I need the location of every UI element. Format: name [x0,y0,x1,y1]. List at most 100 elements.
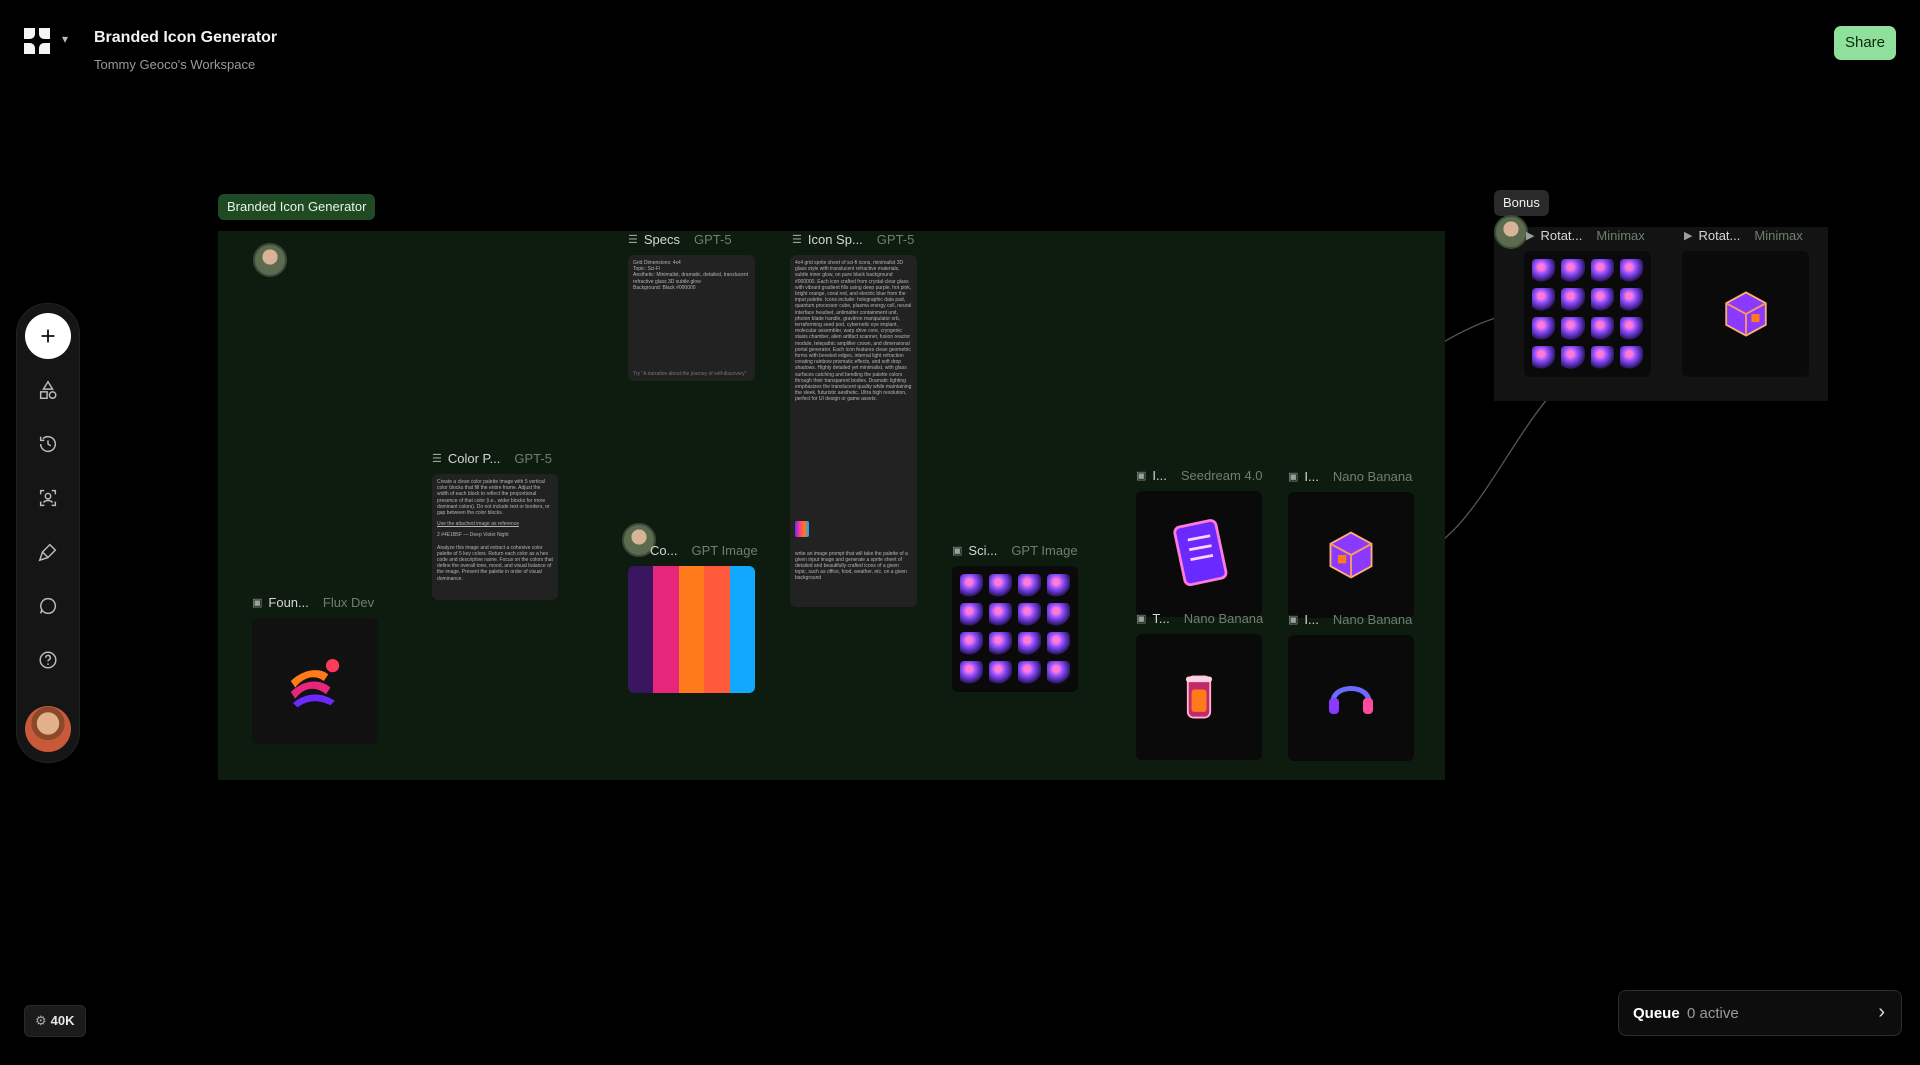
node-icon-spec-header[interactable]: ☰ Icon Sp... GPT-5 [792,232,914,247]
node-title: I... [1152,468,1167,483]
page-title: Branded Icon Generator [94,29,278,46]
node-foundation-header[interactable]: ▣ Foun... Flux Dev [252,595,374,610]
palette-swatch [628,566,654,693]
text-node-icon: ☰ [628,234,638,246]
node-model: GPT-5 [694,232,732,247]
node-text: Analyze this image and extract a cohesiv… [437,544,553,582]
node-nano-banana-2-header[interactable]: ▣ T... Nano Banana [1136,611,1263,626]
group-label[interactable]: Bonus [1494,190,1549,216]
text-node-icon: ☰ [792,234,802,246]
node-rotate-1-header[interactable]: ▶ Rotat... Minimax [1526,228,1645,243]
node-model: Seedream 4.0 [1180,468,1263,483]
node-nano-banana-3-image[interactable] [1288,635,1414,761]
chevron-right-icon[interactable]: › [1878,1001,1885,1024]
node-title: Specs [643,232,681,247]
node-specs-header[interactable]: ☰ Specs GPT-5 [628,232,732,247]
node-title: Sci... [968,543,998,558]
node-title: Foun... [268,595,309,610]
image-node-icon: ▣ [1136,613,1147,625]
share-button[interactable]: Share [1833,26,1896,60]
palette-swatch [704,566,730,693]
credits-badge[interactable]: ⚙ 40K [24,1005,86,1037]
node-color-palette-card[interactable]: Create a clean color palette image with … [432,474,558,600]
node-scifi-image[interactable] [952,566,1078,692]
collaborator-avatar[interactable] [253,243,287,277]
cube-icon [1329,531,1373,579]
add-icon[interactable] [25,313,71,359]
node-title: I... [1304,469,1319,484]
image-node-icon: ▣ [1288,614,1299,626]
image-node-icon: ▣ [1288,471,1299,483]
palette-swatch [653,566,679,693]
node-model: GPT-5 [514,451,552,466]
node-specs-card[interactable]: Grid Dimensions: 4x4 Topic: Sci-Fi Aesth… [628,255,755,381]
image-node-icon: ▣ [252,597,263,609]
help-icon[interactable] [28,640,68,680]
collaborator-avatar[interactable] [1494,215,1528,249]
palette-swatch [729,566,755,693]
brush-icon[interactable] [28,532,68,572]
queue-label: Queue [1633,1005,1680,1022]
credits-icon: ⚙ [35,1013,47,1028]
node-text: 4x4 grid sprite sheet of sci-fi icons, m… [795,260,912,403]
node-foundation-image[interactable] [252,618,378,744]
video-node-icon: ▶ [1526,230,1535,242]
node-title: Co... [650,543,678,558]
node-rotate-2-header[interactable]: ▶ Rotat... Minimax [1684,228,1803,243]
palette-thumbnail [795,520,809,537]
avatar[interactable] [25,706,71,752]
video-node-icon: ▶ [1684,230,1693,242]
node-title: I... [1304,612,1319,627]
workspace-name: Tommy Geoco's Workspace [94,57,256,72]
node-title: Icon Sp... [807,232,863,247]
node-nano-banana-3-header[interactable]: ▣ I... Nano Banana [1288,612,1412,627]
node-icon-spec-card[interactable]: 4x4 grid sprite sheet of sci-fi icons, m… [790,255,917,607]
node-model: Nano Banana [1183,611,1264,626]
energy-cell-icon [1185,675,1213,719]
brand-mark-icon [290,659,340,708]
node-text: Use the attached image as reference [437,521,519,528]
node-nano-banana-2-image[interactable] [1136,634,1262,760]
node-title: T... [1152,611,1170,626]
history-icon[interactable] [28,424,68,464]
node-rotate-2-image[interactable] [1682,251,1809,377]
shapes-icon[interactable] [28,370,68,410]
node-color-palette-header[interactable]: ☰ Color P... GPT-5 [432,451,552,466]
node-model: GPT-5 [876,232,915,247]
node-seedream-header[interactable]: ▣ I... Seedream 4.0 [1136,468,1263,483]
node-nano-banana-1-image[interactable] [1288,492,1414,618]
chevron-down-icon[interactable]: ▾ [62,32,68,46]
node-model: Nano Banana [1332,612,1413,627]
node-model: GPT Image [691,543,758,558]
palette-swatch [678,566,705,693]
node-model: Minimax [1596,228,1645,243]
node-seedream-image[interactable] [1136,491,1262,617]
node-title: Color P... [447,451,501,466]
node-text: Create a clean color palette image with … [437,479,550,517]
node-title: Rotat... [1540,228,1583,243]
icon-sprite-grid [1524,251,1651,377]
queue-status: 0 active [1687,1005,1739,1022]
scan-icon[interactable] [28,478,68,518]
node-rotate-1-image[interactable] [1524,251,1651,377]
cube-icon [1724,291,1767,337]
node-nano-banana-1-header[interactable]: ▣ I... Nano Banana [1288,469,1412,484]
data-pad-icon [1173,519,1228,587]
node-model: GPT Image [1011,543,1078,558]
node-footer-text: write an image prompt that will take the… [795,550,908,582]
node-color-image[interactable] [628,566,755,693]
text-node-icon: ☰ [432,453,442,465]
node-title: Rotat... [1698,228,1741,243]
image-node-icon: ▣ [952,545,963,557]
node-scifi-header[interactable]: ▣ Sci... GPT Image [952,543,1078,558]
group-label[interactable]: Branded Icon Generator [218,194,376,220]
node-text: Grid Dimensions: 4x4 Topic: Sci-Fi Aesth… [633,260,749,291]
headset-icon [1329,686,1373,714]
node-model: Nano Banana [1332,469,1413,484]
node-model: Minimax [1754,228,1803,243]
node-text: 2 #4E1B5F — Deep Violet Night [437,532,509,539]
queue-panel[interactable]: Queue 0 active › [1618,990,1902,1036]
chat-icon[interactable] [28,586,68,626]
node-color-image-header[interactable]: Co... GPT Image [650,543,758,558]
app-logo-icon[interactable] [22,26,52,56]
